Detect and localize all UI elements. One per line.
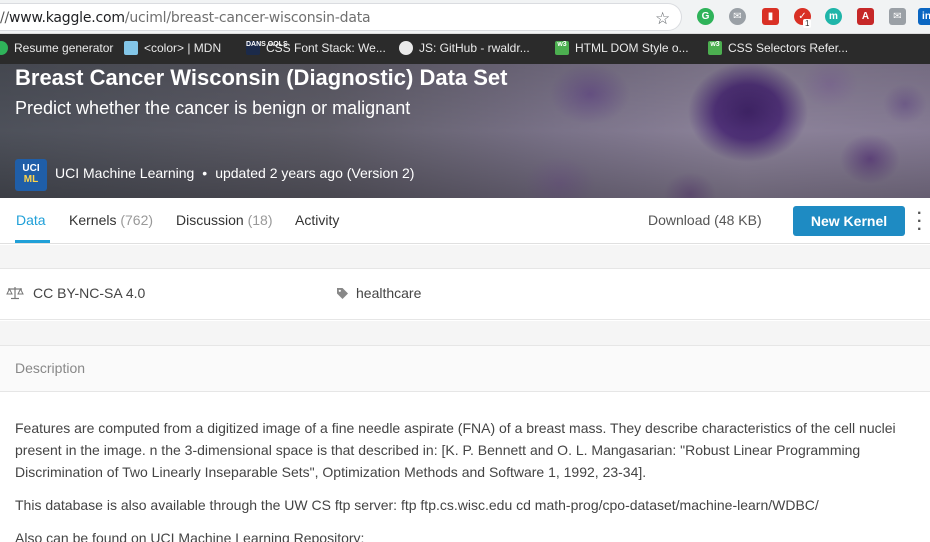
pocket-extension-icon[interactable]: ✉ (729, 8, 746, 25)
bookmark-css-font-stack[interactable]: DANS OOLS CSS Font Stack: We... (246, 41, 386, 55)
bookmark-label: Resume generator (14, 41, 114, 55)
updated-text: updated 2 years ago (Version 2) (215, 165, 415, 181)
description-header: Description (0, 345, 930, 392)
section-gap (0, 245, 930, 268)
download-link[interactable]: Download (48 KB) (648, 212, 762, 228)
description-paragraph: Also can be found on UCI Machine Learnin… (15, 530, 365, 542)
separator-dot: • (202, 165, 208, 181)
owner-logo-top: UCI (22, 163, 40, 174)
bookmark-github[interactable]: JS: GitHub - rwaldr... (399, 41, 530, 55)
url-prefix: // (0, 10, 10, 26)
bookmark-star-icon[interactable]: ☆ (655, 9, 670, 29)
owner-link[interactable]: UCI Machine Learning (55, 165, 194, 181)
tab-count: (762) (120, 212, 154, 228)
license-text[interactable]: CC BY-NC-SA 4.0 (33, 285, 145, 301)
bookmark-label: CSS Selectors Refer... (728, 41, 849, 55)
bookmark-label: HTML DOM Style o... (575, 41, 689, 55)
acrobat-extension-icon[interactable]: A (857, 8, 874, 25)
tab-label: Kernels (69, 212, 117, 228)
bookmark-label: <color> | MDN (144, 41, 222, 55)
w3schools-icon: w3 (555, 41, 569, 55)
resume-icon (0, 41, 8, 55)
description-paragraph: Features are computed from a digitized i… (15, 420, 896, 480)
bookmarks-bar: Resume generator <color> | MDN DANS OOLS… (0, 34, 930, 64)
tag-info: healthcare (336, 285, 421, 301)
browser-toolbar: //www.kaggle.com/uciml/breast-cancer-wis… (0, 0, 930, 34)
dataset-header-banner: Breast Cancer Wisconsin (Diagnostic) Dat… (0, 64, 930, 198)
mercury-extension-icon[interactable]: m (825, 8, 842, 25)
active-tab-indicator (15, 240, 50, 243)
tab-label: Data (16, 212, 46, 228)
bookmark-mdn-color[interactable]: <color> | MDN (124, 41, 221, 55)
mdn-icon (124, 41, 138, 55)
linkedin-extension-icon[interactable]: in (918, 8, 930, 25)
dataset-meta-row: CC BY-NC-SA 4.0 healthcare (0, 268, 930, 320)
grammarly-extension-icon[interactable]: G (697, 8, 714, 25)
w3schools-icon: w3 (708, 41, 722, 55)
scale-icon (6, 287, 24, 300)
tag-healthcare[interactable]: healthcare (356, 285, 421, 301)
new-kernel-button[interactable]: New Kernel (793, 206, 905, 236)
description-body: Features are computed from a digitized i… (15, 417, 920, 542)
bookmark-label: CSS Font Stack: We... (266, 41, 386, 55)
bookmark-html-dom-style[interactable]: w3 HTML DOM Style o... (555, 41, 689, 55)
bookmark-label: JS: GitHub - rwaldr... (419, 41, 530, 55)
tab-label: Discussion (176, 212, 244, 228)
description-paragraph: This database is also available through … (15, 497, 819, 513)
more-options-icon[interactable]: · · · (917, 206, 922, 238)
description-heading: Description (15, 360, 86, 376)
tab-kernels[interactable]: Kernels (762) (69, 212, 153, 228)
tag-icon (337, 287, 348, 299)
address-bar[interactable]: //www.kaggle.com/uciml/breast-cancer-wis… (0, 3, 682, 31)
dataset-title: Breast Cancer Wisconsin (Diagnostic) Dat… (15, 65, 508, 90)
dataset-tabs: Data Kernels (762) Discussion (18) Activ… (0, 198, 930, 244)
tab-count: (18) (247, 212, 273, 228)
bookmark-resume-generator[interactable]: Resume generator (0, 41, 113, 55)
tab-data[interactable]: Data (16, 212, 46, 228)
owner-line: UCI Machine Learning • updated 2 years ago… (55, 165, 414, 181)
mail-extension-icon[interactable]: ✉ (889, 8, 906, 25)
tab-label: Activity (295, 212, 340, 228)
bookmark-css-selectors[interactable]: w3 CSS Selectors Refer... (708, 41, 848, 55)
font-stack-icon: DANS OOLS (246, 41, 288, 55)
url-path: /uciml/breast-cancer-wisconsin-data (124, 10, 371, 26)
owner-avatar[interactable]: UCI ML (15, 159, 47, 191)
url-host: www.kaggle.com (9, 10, 125, 26)
pdf-extension-icon[interactable]: ▮ (762, 8, 779, 25)
section-gap (0, 321, 930, 345)
tab-activity[interactable]: Activity (295, 212, 339, 228)
extension-badge: 1 (803, 19, 812, 28)
dataset-subtitle: Predict whether the cancer is benign or … (15, 98, 411, 118)
url-text[interactable]: //www.kaggle.com/uciml/breast-cancer-wis… (0, 10, 371, 26)
license-info: CC BY-NC-SA 4.0 (6, 285, 145, 301)
owner-logo-bottom: ML (23, 174, 39, 185)
github-icon (399, 41, 413, 55)
tab-discussion[interactable]: Discussion (18) (176, 212, 273, 228)
